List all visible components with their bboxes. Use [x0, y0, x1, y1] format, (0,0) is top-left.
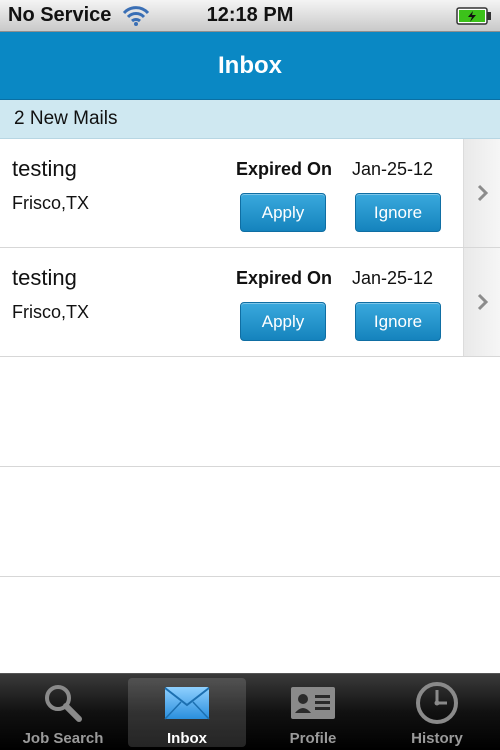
tab-job-search[interactable]: Job Search	[4, 674, 122, 750]
new-mails-count: 2 New Mails	[14, 108, 118, 129]
mail-title: testing	[12, 156, 77, 181]
search-icon	[4, 680, 122, 726]
status-bar: No Service 12:18 PM	[0, 0, 500, 32]
row-disclosure-button[interactable]	[463, 248, 500, 356]
page-title: Inbox	[218, 52, 282, 79]
expired-date: Jan-25-12	[352, 159, 434, 179]
tab-label: Profile	[289, 730, 337, 747]
expired-date: Jan-25-12	[352, 268, 434, 288]
expired-label: Expired On	[236, 159, 333, 179]
empty-row	[0, 357, 500, 467]
mail-location: Frisco,TX	[12, 193, 90, 213]
mail-title: testing	[12, 265, 77, 290]
section-header: 2 New Mails	[0, 100, 500, 139]
ignore-button[interactable]: Ignore	[355, 302, 441, 341]
profile-card-icon	[254, 680, 372, 726]
apply-button[interactable]: Apply	[240, 193, 326, 232]
chevron-right-icon	[477, 293, 489, 311]
ignore-button[interactable]: Ignore	[355, 193, 441, 232]
tab-inbox[interactable]: Inbox	[128, 678, 246, 747]
empty-row	[0, 467, 500, 577]
tab-label: Job Search	[22, 730, 104, 747]
mail-row[interactable]: testing Frisco,TX Expired On Jan-25-12 A…	[0, 248, 500, 357]
tab-profile[interactable]: Profile	[254, 674, 372, 750]
clock-time: 12:18 PM	[206, 4, 294, 26]
apply-button[interactable]: Apply	[240, 302, 326, 341]
row-disclosure-button[interactable]	[463, 139, 500, 247]
chevron-right-icon	[477, 184, 489, 202]
expired-label: Expired On	[236, 268, 333, 288]
tab-label: History	[411, 730, 463, 747]
nav-bar: Inbox	[0, 32, 500, 100]
battery-icon	[456, 7, 491, 25]
clock-icon	[378, 680, 496, 726]
mail-row[interactable]: testing Frisco,TX Expired On Jan-25-12 A…	[0, 139, 500, 248]
tab-label: Inbox	[167, 730, 207, 747]
mail-location: Frisco,TX	[12, 302, 90, 322]
envelope-icon	[128, 680, 246, 726]
tab-bar: Job Search Inbox Profile History	[0, 673, 500, 750]
tab-history[interactable]: History	[378, 674, 496, 750]
